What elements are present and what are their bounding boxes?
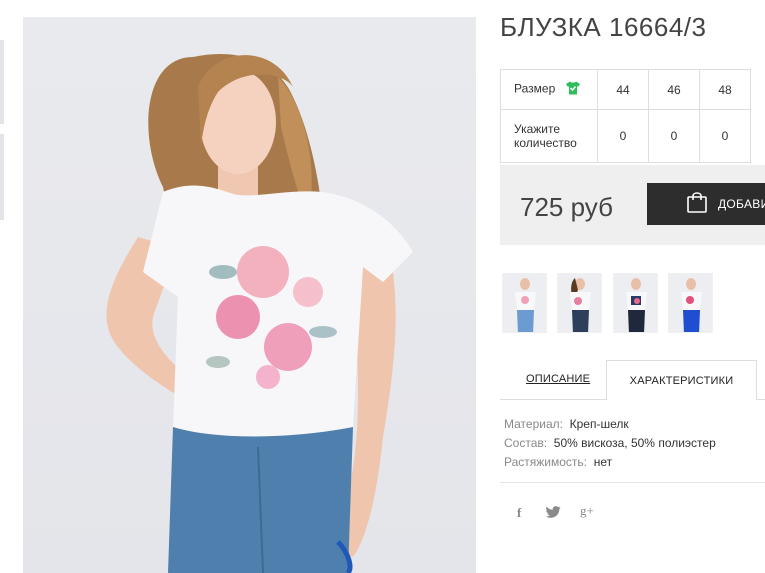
characteristic-key: Материал: <box>504 417 563 431</box>
twitter-icon[interactable] <box>546 506 561 522</box>
quantity-input[interactable]: 0 <box>699 109 751 163</box>
price-bar: 725 руб ДОБАВИТЬ <box>500 165 765 245</box>
shopping-bag-icon <box>685 190 709 219</box>
gallery-thumbnail[interactable] <box>557 273 602 333</box>
size-label-cell: Размер <box>500 69 598 110</box>
characteristic-row: Состав: 50% вискоза, 50% полиэстер <box>504 434 716 453</box>
quantity-label-line1: Укажите <box>514 122 561 136</box>
tab-characteristics[interactable]: ХАРАКТЕРИСТИКИ <box>606 360 757 400</box>
gallery-thumbnail[interactable] <box>668 273 713 333</box>
size-option[interactable]: 46 <box>648 69 700 110</box>
edge-thumbnail[interactable] <box>0 40 4 124</box>
size-option[interactable]: 44 <box>597 69 649 110</box>
size-table: Размер 44 46 48 Укажите количество 0 0 0 <box>500 69 751 163</box>
quantity-label-line2: количество <box>514 136 577 150</box>
quantity-input[interactable]: 0 <box>648 109 700 163</box>
google-plus-icon[interactable]: g+ <box>580 503 594 519</box>
edge-thumbnail[interactable] <box>0 134 4 220</box>
characteristic-key: Состав: <box>504 436 548 450</box>
quantity-label-cell: Укажите количество <box>500 109 598 163</box>
product-photo-illustration <box>106 53 413 573</box>
characteristics-divider <box>500 482 765 483</box>
characteristic-row: Растяжимость: нет <box>504 453 716 472</box>
tshirt-icon[interactable] <box>565 81 581 98</box>
facebook-icon[interactable]: f <box>517 505 521 521</box>
price: 725 руб <box>520 192 613 222</box>
characteristic-value: 50% вискоза, 50% полиэстер <box>553 436 716 450</box>
product-title: БЛУЗКА 16664/3 <box>500 12 707 42</box>
characteristic-key: Растяжимость: <box>504 455 588 469</box>
characteristic-value: Креп-шелк <box>569 417 629 431</box>
gallery-thumbnail[interactable] <box>502 273 547 333</box>
tab-description[interactable]: ОПИСАНИЕ <box>526 373 590 385</box>
characteristics-list: Материал: Креп-шелк Состав: 50% вискоза,… <box>504 415 716 472</box>
quantity-input[interactable]: 0 <box>597 109 649 163</box>
gallery-thumbnail[interactable] <box>613 273 658 333</box>
add-to-cart-label: ДОБАВИТЬ <box>718 197 765 211</box>
add-to-cart-button[interactable]: ДОБАВИТЬ <box>647 183 765 225</box>
main-product-image[interactable] <box>23 17 476 573</box>
characteristic-row: Материал: Креп-шелк <box>504 415 716 434</box>
size-label: Размер <box>514 81 556 96</box>
size-option[interactable]: 48 <box>699 69 751 110</box>
characteristic-value: нет <box>593 455 613 469</box>
